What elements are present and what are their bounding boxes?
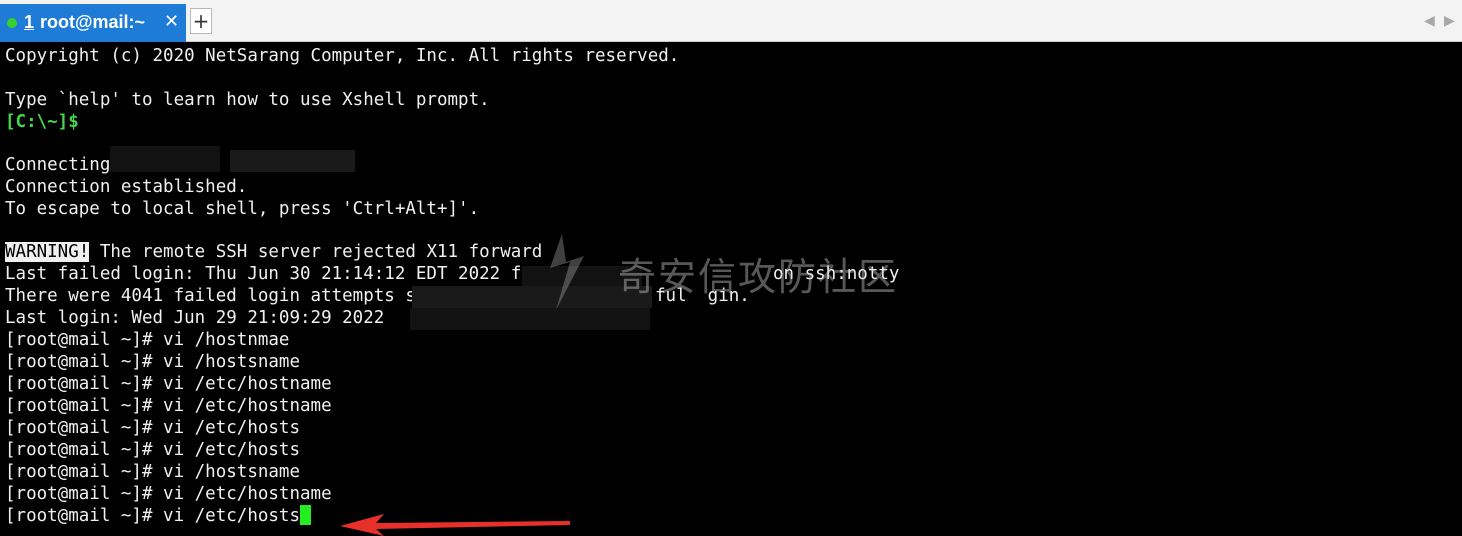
redaction-block bbox=[412, 286, 652, 308]
redaction-block bbox=[110, 146, 220, 172]
failed-attempts-line: There were 4041 failed login attempts si… bbox=[5, 285, 750, 307]
close-tab-icon[interactable]: ✕ bbox=[164, 11, 179, 32]
last-login-line: Last login: Wed Jun 29 21:09:29 2022 bbox=[5, 308, 385, 328]
command-text: [root@mail ~]# vi /etc/hostname bbox=[5, 484, 332, 504]
redaction-block bbox=[522, 266, 642, 288]
command-text: [root@mail ~]# vi /etc/hostname bbox=[5, 374, 332, 394]
redaction-block bbox=[410, 308, 650, 330]
failed-attempts-text: There were 4041 failed login attempts si bbox=[5, 286, 427, 306]
failed-login-text: Last failed login: Thu Jun 30 21:14:12 E… bbox=[5, 264, 553, 284]
command-text: [root@mail ~]# vi /hostsname bbox=[5, 462, 301, 482]
scroll-right-icon[interactable]: ▶ bbox=[1444, 13, 1455, 29]
copyright-line: Copyright (c) 2020 NetSarang Computer, I… bbox=[5, 46, 680, 66]
terminal-output[interactable]: Copyright (c) 2020 NetSarang Computer, I… bbox=[0, 42, 1462, 536]
command-history-line: [root@mail ~]# vi /etc/hosts bbox=[5, 505, 312, 527]
command-history-line: [root@mail ~]# vi /etc/hostname bbox=[5, 395, 332, 417]
session-tab-root-mail[interactable]: 1 root@mail:~ ✕ bbox=[0, 4, 186, 42]
command-history-line: [root@mail ~]# vi /etc/hostname bbox=[5, 373, 332, 395]
warning-line: WARNING! The remote SSH server rejected … bbox=[5, 241, 542, 263]
command-history-line: [root@mail ~]# vi /hostsname bbox=[5, 351, 300, 373]
redaction-block bbox=[230, 150, 355, 172]
local-shell-prompt: [C:\~]$ bbox=[5, 112, 79, 132]
failed-login-source: on ssh:notty bbox=[773, 264, 900, 284]
command-history-line: [root@mail ~]# vi /etc/hosts bbox=[5, 417, 300, 439]
command-history-line: [root@mail ~]# vi /hostsname bbox=[5, 461, 300, 483]
failed-attempts-tail: ful gin. bbox=[655, 286, 750, 306]
command-text: [root@mail ~]# vi /etc/hostname bbox=[5, 396, 332, 416]
command-text: [root@mail ~]# vi /hostsname bbox=[5, 352, 301, 372]
command-text: [root@mail ~]# vi /etc/hosts bbox=[5, 506, 301, 526]
tab-title: root@mail:~ bbox=[40, 12, 146, 32]
command-text: [root@mail ~]# vi /hostnmae bbox=[5, 330, 290, 350]
scroll-left-icon[interactable]: ◀ bbox=[1424, 13, 1435, 29]
tab-bar: 1 root@mail:~ ✕ + ◀ ▶ bbox=[0, 0, 1462, 42]
command-history-line: [root@mail ~]# vi /etc/hosts bbox=[5, 439, 300, 461]
warning-badge: WARNING! bbox=[5, 242, 90, 262]
terminal-cursor bbox=[300, 505, 312, 525]
failed-login-line: Last failed login: Thu Jun 30 21:14:12 E… bbox=[5, 263, 899, 285]
help-line: Type `help' to learn how to use Xshell p… bbox=[5, 90, 490, 110]
connecting-line: Connecting bbox=[5, 155, 111, 175]
new-tab-button[interactable]: + bbox=[190, 8, 212, 34]
connection-status-icon bbox=[7, 18, 17, 28]
tab-number: 1 bbox=[24, 12, 35, 32]
warning-text: The remote SSH server rejected X11 forwa… bbox=[89, 242, 543, 262]
command-history-line: [root@mail ~]# vi /hostnmae bbox=[5, 329, 289, 351]
command-text: [root@mail ~]# vi /etc/hosts bbox=[5, 440, 301, 460]
annotation-arrow-icon bbox=[340, 514, 570, 536]
connection-established-line: Connection established. bbox=[5, 177, 248, 197]
command-text: [root@mail ~]# vi /etc/hosts bbox=[5, 418, 301, 438]
command-history-line: [root@mail ~]# vi /etc/hostname bbox=[5, 483, 332, 505]
escape-hint-line: To escape to local shell, press 'Ctrl+Al… bbox=[5, 199, 480, 219]
